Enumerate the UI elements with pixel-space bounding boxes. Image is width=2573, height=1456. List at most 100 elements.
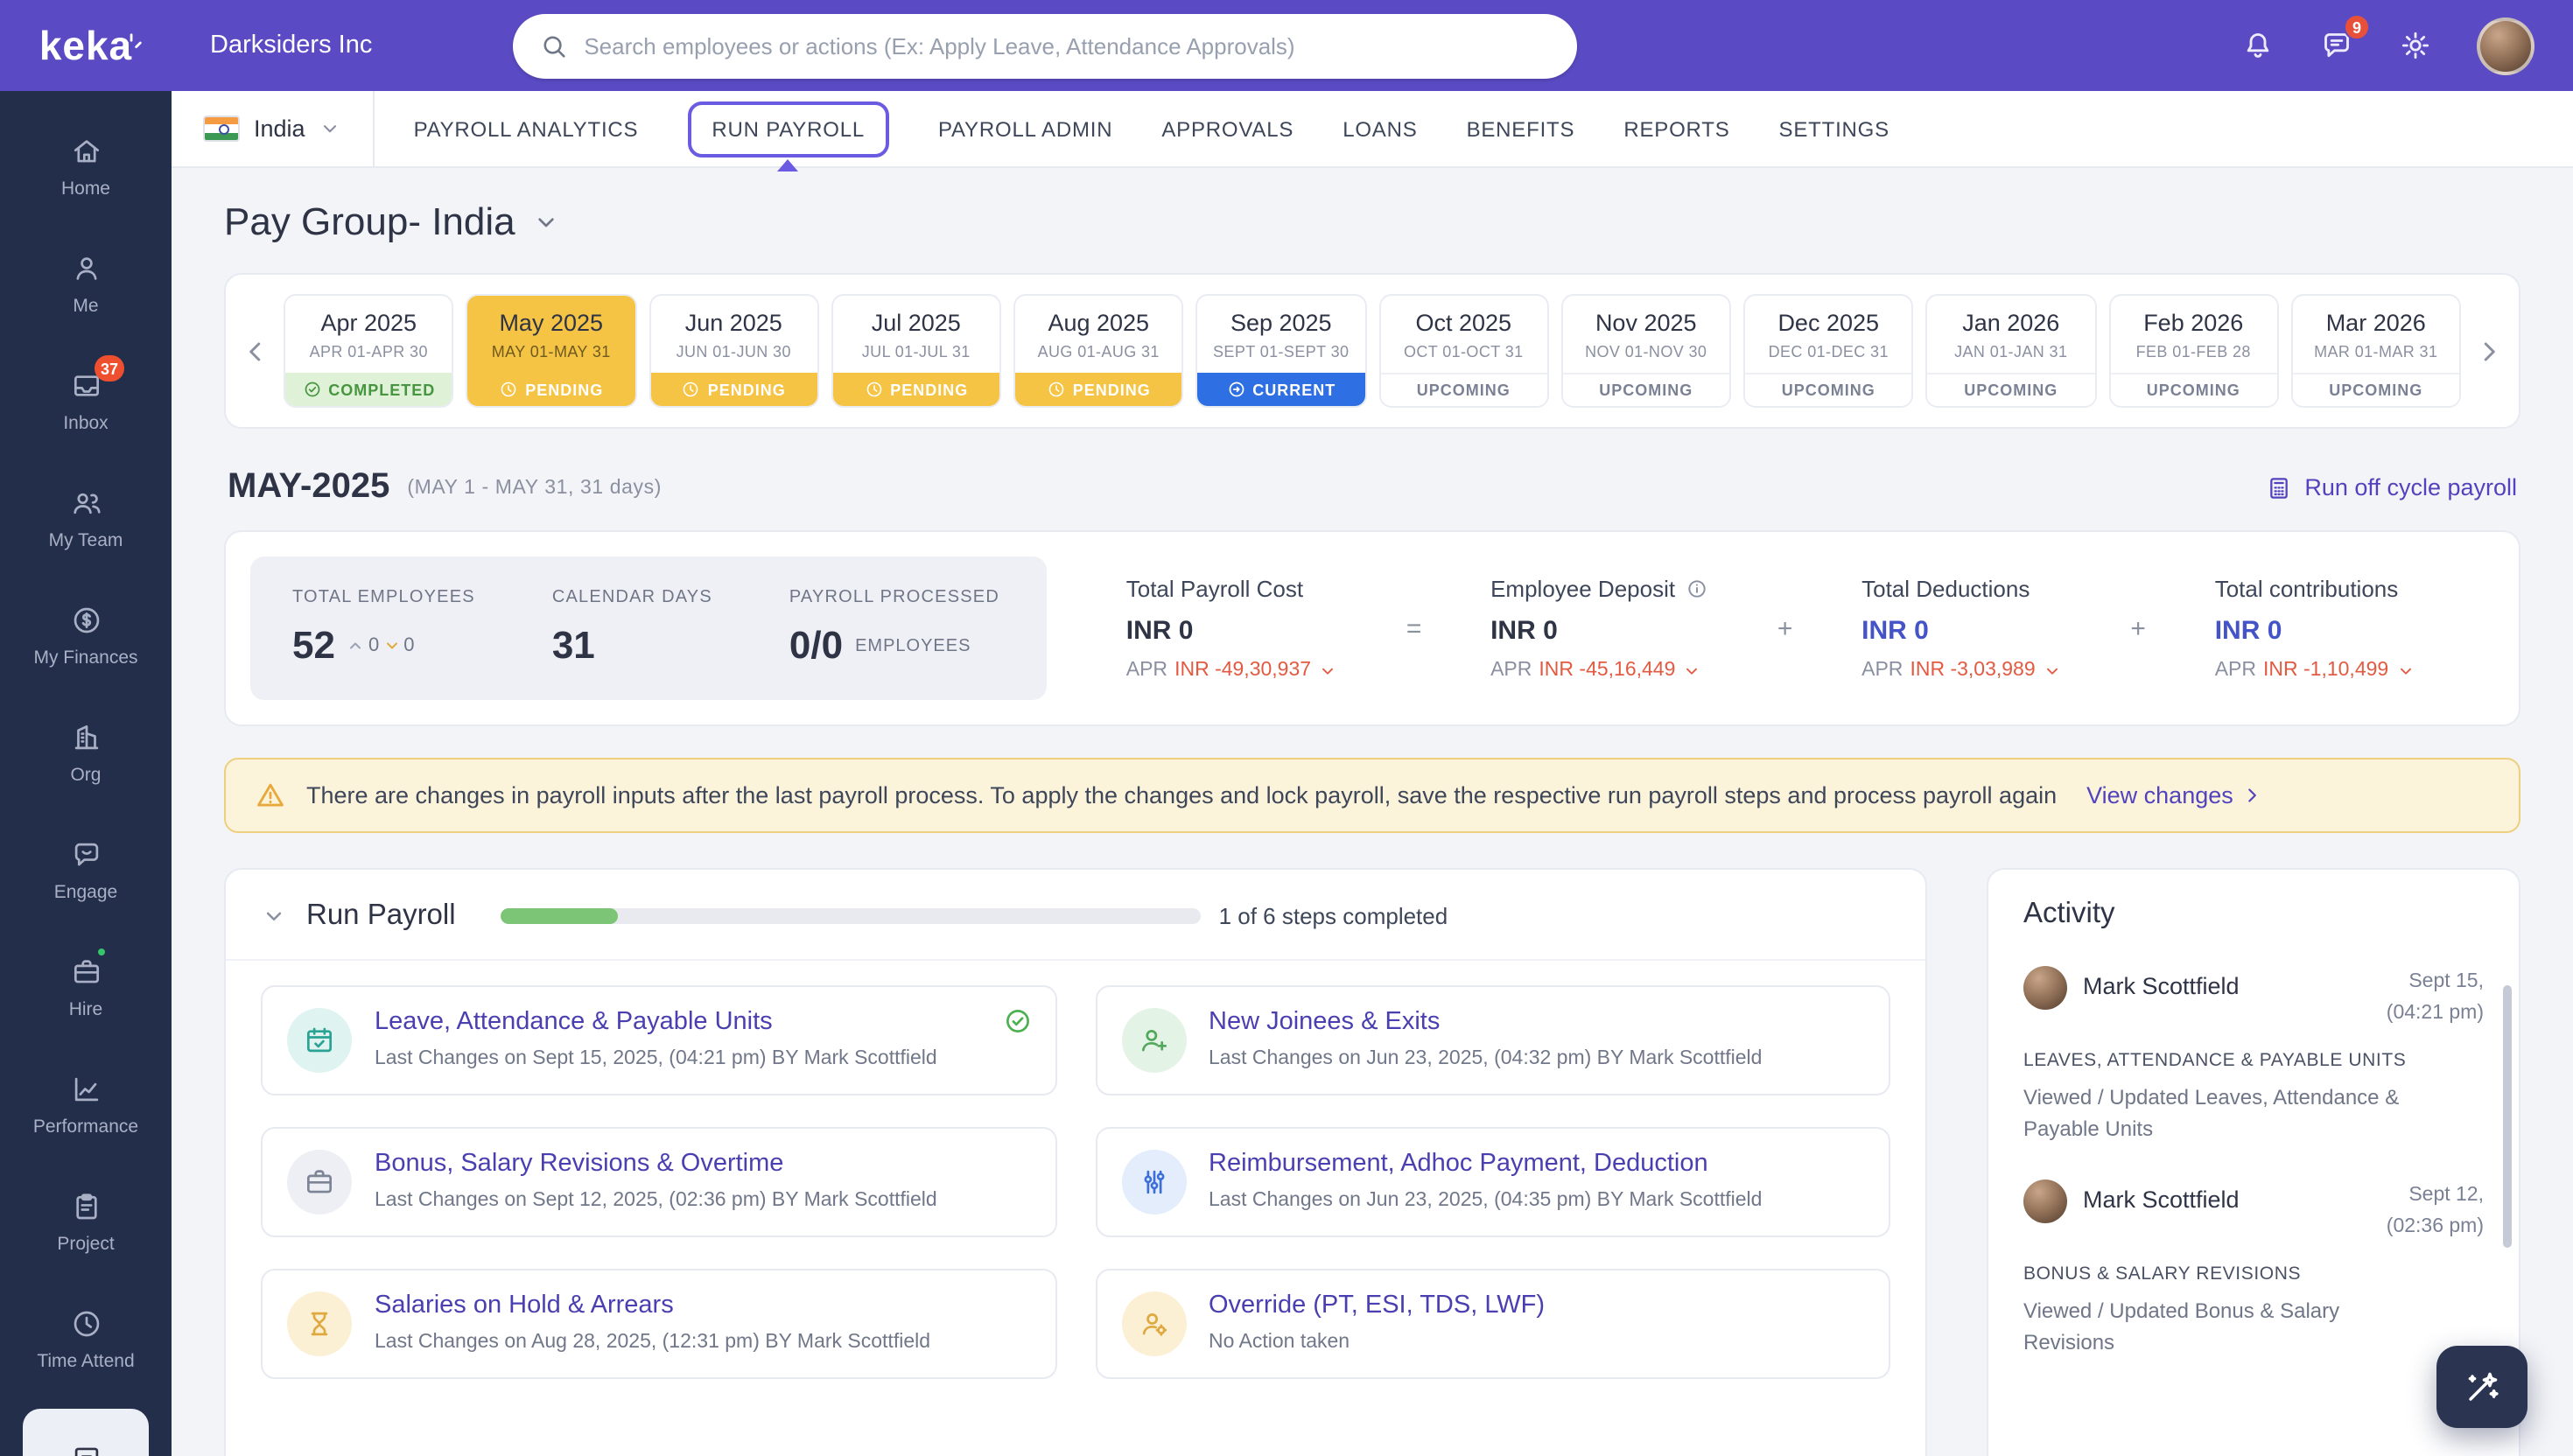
month-tile-jan-2026[interactable]: Jan 2026JAN 01-JAN 31UPCOMING: [1926, 294, 2097, 408]
sidebar-item-time-attend[interactable]: Time Attend: [9, 1281, 163, 1398]
sidebar-item-engage[interactable]: Engage: [9, 812, 163, 929]
payroll-tabs: PAYROLL ANALYTICS RUN PAYROLL PAYROLL AD…: [389, 91, 1914, 166]
tab-benefits[interactable]: BENEFITS: [1442, 91, 1600, 166]
step-complete-check-icon: [1002, 1006, 1032, 1036]
carousel-prev-icon[interactable]: [236, 335, 275, 367]
sidebar-item-me[interactable]: Me: [9, 226, 163, 343]
apr-breakdown-toggle[interactable]: APRINR -1,10,499: [2215, 660, 2415, 681]
step-bonus-salary-revisions-overtime[interactable]: Bonus, Salary Revisions & OvertimeLast C…: [261, 1127, 1056, 1237]
performance-icon: [69, 1073, 102, 1106]
chevron-down-icon: [319, 117, 342, 140]
user-avatar[interactable]: [2477, 17, 2534, 74]
page-title: Pay Group- India: [224, 200, 515, 245]
step-reimbursement-adhoc-payment-deduction[interactable]: Reimbursement, Adhoc Payment, DeductionL…: [1095, 1127, 1890, 1237]
month-tile-dec-2025[interactable]: Dec 2025DEC 01-DEC 31UPCOMING: [1743, 294, 1914, 408]
activity-user-name: Mark Scottfield: [2083, 966, 2370, 999]
month-tile-sep-2025[interactable]: Sep 2025SEPT 01-SEPT 30CURRENT: [1196, 294, 1367, 408]
payroll-icon: [69, 1441, 102, 1456]
month-tiles: Apr 2025APR 01-APR 30COMPLETED May 2025M…: [284, 294, 2461, 408]
financial-total-payroll-cost: Total Payroll Cost INR 0 APRINR -49,30,9…: [1126, 576, 1337, 681]
sidebar-item-project[interactable]: Project: [9, 1164, 163, 1281]
sidebar-item-my-finances[interactable]: My Finances: [9, 578, 163, 695]
apr-breakdown-toggle[interactable]: APRINR -45,16,449: [1490, 660, 1708, 681]
calculator-icon: [2264, 473, 2292, 501]
month-tile-jun-2025[interactable]: Jun 2025JUN 01-JUN 30PENDING: [649, 294, 819, 408]
tab-reports[interactable]: REPORTS: [1599, 91, 1754, 166]
search-input[interactable]: [584, 32, 1550, 59]
step-override-pt-esi-tds-lwf[interactable]: Override (PT, ESI, TDS, LWF)No Action ta…: [1095, 1269, 1890, 1379]
carousel-next-icon[interactable]: [2470, 335, 2508, 367]
month-tile-aug-2025[interactable]: Aug 2025AUG 01-AUG 31PENDING: [1013, 294, 1184, 408]
sidebar-item-payroll-selected[interactable]: [23, 1409, 149, 1456]
activity-date: Sept 15, (04:21 pm): [2386, 966, 2484, 1031]
main-content: Pay Group- India Apr 2025APR 01-APR 30CO…: [172, 168, 2573, 1456]
arrow-circle-icon: [1226, 380, 1245, 399]
sidebar-item-org[interactable]: Org: [9, 695, 163, 812]
magic-wand-icon: [2461, 1366, 2503, 1408]
global-search-bar[interactable]: [512, 13, 1576, 78]
tab-run-payroll[interactable]: RUN PAYROLL: [663, 91, 914, 166]
step-salaries-on-hold-arrears[interactable]: Salaries on Hold & ArrearsLast Changes o…: [261, 1269, 1056, 1379]
sidebar-item-home[interactable]: Home: [9, 108, 163, 226]
pay-group-dropdown-icon[interactable]: [533, 208, 561, 236]
country-selector[interactable]: India: [172, 91, 375, 166]
run-off-cycle-payroll-link[interactable]: Run off cycle payroll: [2264, 473, 2517, 501]
avatar: [2023, 966, 2067, 1010]
step-leave-attendance-payable-units[interactable]: Leave, Attendance & Payable UnitsLast Ch…: [261, 985, 1056, 1096]
chevron-right-icon: [2240, 784, 2263, 807]
tab-approvals[interactable]: APPROVALS: [1137, 91, 1318, 166]
month-tile-jul-2025[interactable]: Jul 2025JUL 01-JUL 31PENDING: [831, 294, 1002, 408]
info-icon[interactable]: [1686, 578, 1708, 600]
search-icon: [538, 31, 568, 60]
ai-assistant-button[interactable]: [2436, 1346, 2527, 1428]
page-title-row: Pay Group- India: [224, 200, 2520, 245]
month-tile-feb-2026[interactable]: Feb 2026FEB 01-FEB 28UPCOMING: [2108, 294, 2279, 408]
check-circle-icon: [302, 380, 321, 399]
chevron-down-icon: [1318, 661, 1337, 680]
sidebar-item-hire[interactable]: Hire: [9, 929, 163, 1046]
clock-icon: [1047, 380, 1066, 399]
keka-logo[interactable]: keka: [0, 22, 172, 69]
sidebar-item-inbox[interactable]: Inbox37: [9, 343, 163, 460]
month-tile-mar-2026[interactable]: Mar 2026MAR 01-MAR 31UPCOMING: [2291, 294, 2462, 408]
logo-sparkle-icon: [121, 31, 144, 53]
total-employees-value: 52: [292, 623, 335, 668]
collapse-chevron-icon[interactable]: [261, 903, 287, 929]
financial-total-deductions: Total Deductions INR 0 APRINR -3,03,989: [1861, 576, 2062, 681]
settings-gear-icon[interactable]: [2398, 28, 2433, 63]
month-tile-oct-2025[interactable]: Oct 2025OCT 01-OCT 31UPCOMING: [1378, 294, 1549, 408]
month-tile-may-2025[interactable]: May 2025MAY 01-MAY 31PENDING: [466, 294, 637, 408]
helpdesk-chat-icon[interactable]: 9: [2319, 28, 2354, 63]
sidebar-item-label: Me: [73, 296, 98, 317]
step-new-joinees-exits[interactable]: New Joinees & ExitsLast Changes on Jun 2…: [1095, 985, 1890, 1096]
activity-scrollbar[interactable]: [2503, 985, 2512, 1248]
apr-breakdown-toggle[interactable]: APRINR -49,30,937: [1126, 660, 1337, 681]
notifications-bell-icon[interactable]: [2240, 28, 2275, 63]
clock-icon: [69, 1307, 102, 1340]
sidebar: Home Me Inbox37 My Team My Finances Org …: [0, 91, 172, 1456]
tab-loans[interactable]: LOANS: [1318, 91, 1441, 166]
tab-payroll-analytics[interactable]: PAYROLL ANALYTICS: [389, 91, 663, 166]
stat-calendar-days: CALENDAR DAYS 31: [552, 588, 712, 668]
sidebar-item-label: Time Attend: [37, 1351, 134, 1372]
tab-payroll-admin[interactable]: PAYROLL ADMIN: [914, 91, 1137, 166]
topbar: keka Darksiders Inc 9: [0, 0, 2573, 91]
tab-settings[interactable]: SETTINGS: [1755, 91, 1914, 166]
warning-text: There are changes in payroll inputs afte…: [306, 782, 2057, 808]
steps-completed-text: 1 of 6 steps completed: [1219, 903, 1448, 929]
plus-operator: +: [2130, 613, 2146, 643]
payroll-changes-warning: There are changes in payroll inputs afte…: [224, 758, 2520, 833]
activity-description: Viewed / Updated Bonus & Salary Revision…: [2023, 1294, 2408, 1357]
sidebar-item-performance[interactable]: Performance: [9, 1046, 163, 1164]
month-tile-apr-2025[interactable]: Apr 2025APR 01-APR 30COMPLETED: [284, 294, 454, 408]
chevron-down-icon: [1682, 661, 1701, 680]
view-changes-link[interactable]: View changes: [2086, 782, 2263, 808]
finances-icon: [69, 604, 102, 637]
run-payroll-card: Run Payroll 1 of 6 steps completed Leave…: [224, 868, 1927, 1456]
sidebar-item-label: Inbox: [63, 413, 108, 434]
apr-breakdown-toggle[interactable]: APRINR -3,03,989: [1861, 660, 2062, 681]
period-subtitle: (MAY 1 - MAY 31, 31 days): [407, 477, 662, 498]
sidebar-item-my-team[interactable]: My Team: [9, 460, 163, 578]
month-tile-nov-2025[interactable]: Nov 2025NOV 01-NOV 30UPCOMING: [1561, 294, 1732, 408]
clock-icon: [864, 380, 883, 399]
